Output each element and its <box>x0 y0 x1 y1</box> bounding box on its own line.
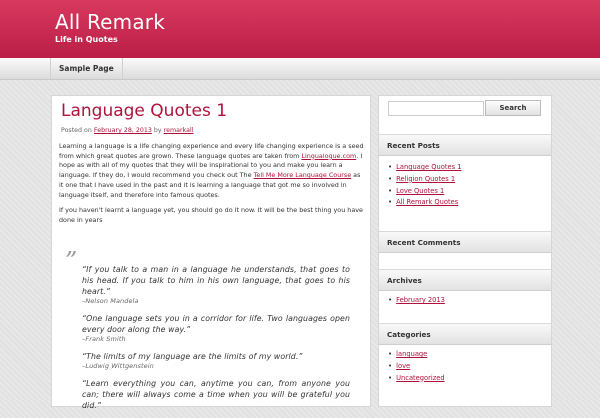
category-link[interactable]: language <box>396 350 427 358</box>
quote-author: –Frank Smith <box>82 335 126 343</box>
bullet-icon: • <box>388 373 393 382</box>
post-meta: Posted on February 28, 2013 by remarkall <box>61 127 193 134</box>
post-paragraph: Learning a language is a life changing e… <box>59 142 364 200</box>
list-item: • All Remark Quotes <box>388 197 461 209</box>
quote-author: –Nelson Mandela <box>82 297 139 305</box>
search-button[interactable]: Search <box>485 100 541 116</box>
category-link[interactable]: Uncategorized <box>396 374 444 382</box>
site-title[interactable]: All Remark <box>55 10 165 34</box>
quote-text: “One language sets you in a corridor for… <box>82 314 350 334</box>
main-nav: Sample Page <box>0 58 600 80</box>
nav-item-sample-page[interactable]: Sample Page <box>50 58 123 79</box>
bullet-icon: • <box>388 350 393 358</box>
recent-posts-title: Recent Posts <box>379 134 551 156</box>
post-date-link[interactable]: February 28, 2013 <box>94 127 152 134</box>
search-input[interactable] <box>388 101 484 116</box>
recent-comments-title: Recent Comments <box>379 231 551 253</box>
tell-me-more-link[interactable]: Tell Me More Language Course <box>254 171 352 179</box>
site-tagline: Life in Quotes <box>55 35 118 44</box>
bullet-icon: • <box>388 296 393 304</box>
archive-link[interactable]: February 2013 <box>396 296 445 304</box>
category-link[interactable]: love <box>396 362 410 370</box>
list-item: • Language Quotes 1 <box>388 162 461 174</box>
lingualogue-link[interactable]: Lingualogue.com <box>301 152 356 160</box>
post-author-link[interactable]: remarkall <box>164 127 194 134</box>
post-article: Language Quotes 1 Posted on February 28,… <box>51 95 371 410</box>
bullet-icon: • <box>388 163 393 171</box>
archives-list: • February 2013 <box>388 295 445 307</box>
quote-text: “If you talk to a man in a language he u… <box>82 265 350 296</box>
recent-post-link[interactable]: Language Quotes 1 <box>396 163 461 171</box>
post-body: Learning a language is a life changing e… <box>59 142 364 232</box>
quote-text: “The limits of my language are the limit… <box>82 352 303 361</box>
quote-text: “Learn everything you can, anytime you c… <box>82 379 350 410</box>
post-paragraph: If you haven't learnt a language yet, yo… <box>59 206 363 224</box>
categories-title: Categories <box>379 323 551 345</box>
quote-item: “If you talk to a man in a language he u… <box>82 264 350 306</box>
list-item: • language <box>388 349 445 361</box>
meta-by: by <box>153 127 162 134</box>
post-title[interactable]: Language Quotes 1 <box>61 101 227 121</box>
quote-item: “The limits of my language are the limit… <box>82 351 350 371</box>
blockquote: “If you talk to a man in a language he u… <box>82 264 350 418</box>
recent-post-link[interactable]: All Remark Quotes <box>396 198 458 206</box>
quote-author: –Ludwig Wittgenstein <box>82 362 154 370</box>
recent-post-link[interactable]: Religion Quotes 1 <box>396 175 455 183</box>
list-item: • Love Quotes 1 <box>388 186 461 198</box>
quote-item: “One language sets you in a corridor for… <box>82 313 350 344</box>
list-item: • Uncategorized <box>388 373 445 385</box>
bullet-icon: • <box>388 174 393 183</box>
site-header: All Remark Life in Quotes <box>0 0 600 58</box>
list-item: • love <box>388 361 445 373</box>
bullet-icon: • <box>388 198 393 207</box>
quote-item: “Learn everything you can, anytime you c… <box>82 378 350 411</box>
sidebar: Search Recent Posts • Language Quotes 1 •… <box>378 95 552 407</box>
blockquote-icon: ” <box>65 247 78 275</box>
list-item: • Religion Quotes 1 <box>388 174 461 186</box>
meta-posted-on: Posted on <box>61 127 92 134</box>
bullet-icon: • <box>388 361 393 370</box>
archives-title: Archives <box>379 269 551 291</box>
categories-list: • language • love • Uncategorized <box>388 349 445 384</box>
list-item: • February 2013 <box>388 295 445 307</box>
bullet-icon: • <box>388 186 393 195</box>
recent-posts-list: • Language Quotes 1 • Religion Quotes 1 • L… <box>388 162 461 209</box>
recent-post-link[interactable]: Love Quotes 1 <box>396 187 444 195</box>
